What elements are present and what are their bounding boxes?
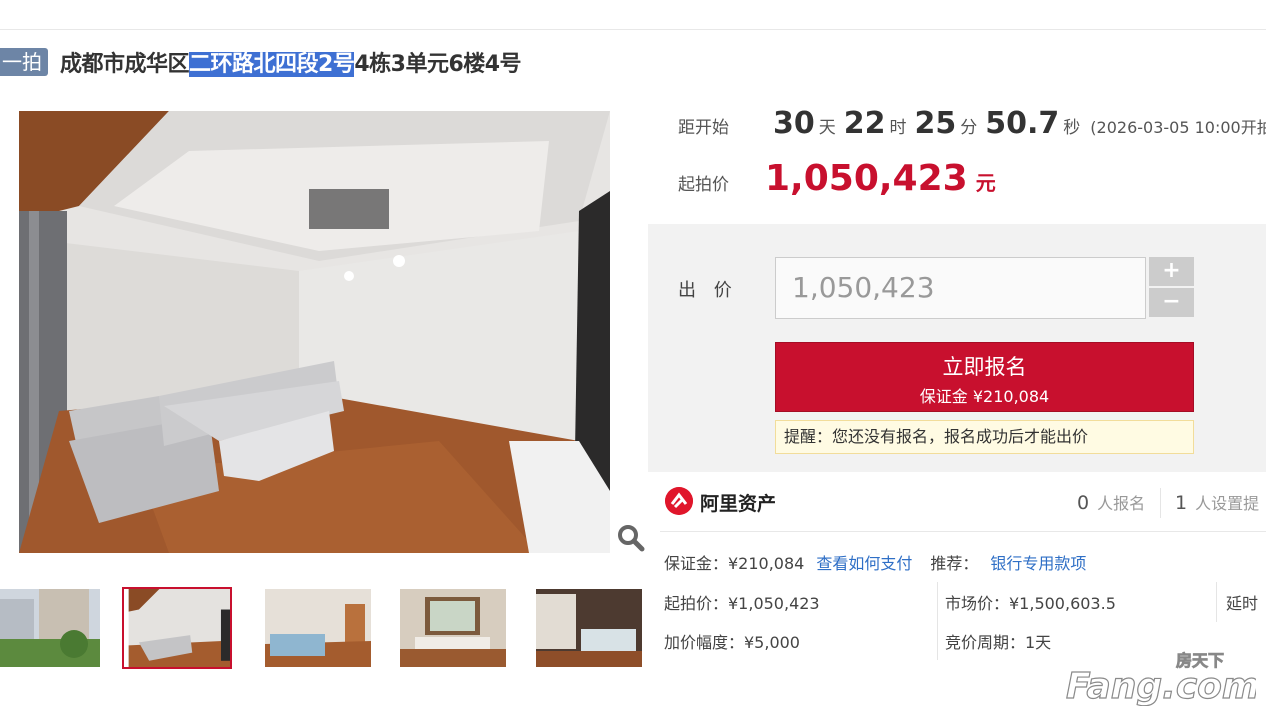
start-price-label: 起拍价 — [678, 175, 729, 195]
reminder-count-label: 人设置提 — [1195, 494, 1260, 513]
title-highlight: 二环路北四段2号 — [189, 52, 355, 77]
deposit-info-row: 保证金：¥210,084 查看如何支付 推荐： 银行专用款项 — [664, 550, 1086, 574]
countdown-minutes: 25 — [914, 106, 957, 141]
main-property-photo[interactable] — [19, 111, 610, 553]
platform-row: 阿里资产 0 人报名 1 人设置提 — [648, 482, 1266, 528]
thumbnail-exterior[interactable] — [0, 589, 100, 667]
countdown-days-unit: 天 — [818, 118, 836, 138]
deposit-amount: 保证金 ¥210,084 — [919, 387, 1050, 406]
thumbnail-bedroom-1[interactable] — [265, 589, 371, 667]
registered-count-value: 0 — [1077, 492, 1090, 514]
countdown-hours: 22 — [843, 106, 886, 141]
start-price-row: 起拍价 1,050,423 元 — [678, 158, 996, 199]
thumbnail-bedroom-2[interactable] — [400, 589, 506, 667]
watermark-bottom-text: Fang.com — [1066, 666, 1256, 706]
increment-info: 加价幅度：¥5,000 — [664, 633, 800, 652]
reminder-count-value: 1 — [1175, 492, 1188, 514]
countdown-hours-unit: 时 — [889, 118, 907, 138]
title-row: 一拍 成都市成华区二环路北四段2号4栋3单元6楼4号 — [0, 46, 522, 78]
auction-round-tag: 一拍 — [0, 48, 48, 76]
bid-label: 出 价 — [678, 280, 738, 301]
countdown-label: 距开始 — [678, 118, 729, 138]
registered-count-label: 人报名 — [1097, 494, 1146, 513]
register-button[interactable]: 立即报名 保证金 ¥210,084 — [775, 342, 1194, 412]
thumbnail-bedroom-3[interactable] — [536, 589, 642, 667]
registered-count: 0 人报名 — [1077, 490, 1145, 514]
auction-start-time: (2026-03-05 10:00开拍) — [1090, 118, 1266, 137]
reminder-count: 1 人设置提 — [1175, 490, 1259, 514]
countdown-days: 30 — [773, 106, 815, 141]
start-price-value: 1,050,423 — [765, 158, 968, 199]
thumbnail-living-room[interactable] — [122, 587, 232, 669]
increase-bid-button[interactable]: + — [1149, 257, 1194, 286]
start-price-unit: 元 — [975, 171, 996, 195]
register-button-label: 立即报名 — [942, 355, 1027, 379]
details-col-divider-2 — [1216, 582, 1217, 622]
countdown-minutes-unit: 分 — [960, 118, 978, 138]
start-price-info: 起拍价：¥1,050,423 — [664, 594, 820, 613]
bank-special-funds-link[interactable]: 银行专用款项 — [990, 554, 1086, 573]
countdown-seconds: 50.7 — [985, 106, 1060, 141]
magnifier-icon[interactable] — [614, 521, 648, 555]
ali-asset-logo-icon — [665, 487, 693, 515]
page-title: 成都市成华区二环路北四段2号4栋3单元6楼4号 — [60, 46, 522, 78]
decrease-bid-button[interactable]: − — [1149, 288, 1194, 317]
recommend-label: 推荐： — [930, 554, 979, 573]
bid-box: 出 价 1,050,423 + − 立即报名 保证金 ¥210,084 提醒：您… — [648, 224, 1266, 472]
registration-reminder: 提醒：您还没有报名，报名成功后才能出价 — [775, 420, 1194, 454]
countdown-seconds-unit: 秒 — [1063, 118, 1081, 138]
delay-info: 延时 — [1226, 594, 1259, 613]
platform-name: 阿里资产 — [700, 493, 777, 515]
details-divider — [660, 531, 1266, 532]
how-to-pay-link[interactable]: 查看如何支付 — [816, 554, 912, 573]
details-col-divider-1 — [937, 582, 938, 660]
bid-amount-input[interactable]: 1,050,423 — [775, 257, 1146, 319]
top-divider — [0, 29, 1266, 30]
deposit-info: 保证金：¥210,084 — [664, 554, 805, 573]
bid-cycle-info: 竞价周期：1天 — [945, 633, 1052, 652]
title-suffix: 4栋3单元6楼4号 — [354, 52, 522, 77]
count-divider — [1160, 488, 1161, 518]
fang-watermark-logo: 房天下 Fang.com — [1066, 651, 1256, 706]
market-price-info: 市场价：¥1,500,603.5 — [945, 594, 1116, 613]
title-prefix: 成都市成华区 — [60, 52, 190, 77]
countdown-row: 距开始 30 天 22 时 25 分 50.7 秒 (2026-03-05 10… — [678, 106, 1266, 141]
